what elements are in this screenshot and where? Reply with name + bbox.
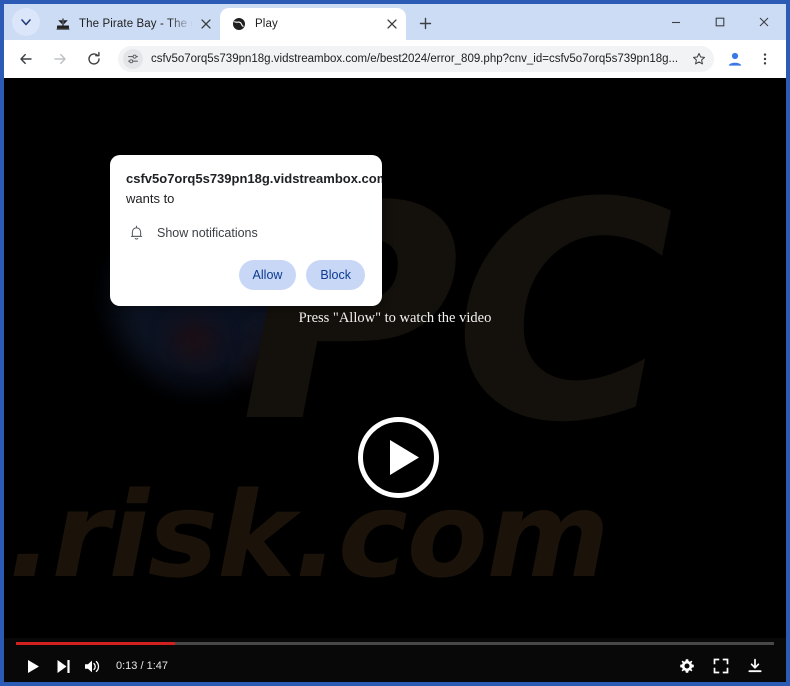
maximize-icon: [715, 17, 725, 27]
bookmark-button[interactable]: [688, 48, 710, 70]
profile-button[interactable]: [722, 46, 748, 72]
arrow-left-icon: [20, 53, 32, 65]
video-page: PC .risk.com Press "Allow" to watch the …: [4, 78, 786, 682]
next-button[interactable]: [48, 653, 78, 679]
decorative-blob: [174, 326, 214, 352]
volume-icon: [85, 660, 100, 672]
fullscreen-icon: [713, 658, 729, 674]
call-to-action-text: Press "Allow" to watch the video: [298, 310, 492, 326]
play-button[interactable]: [18, 653, 48, 679]
close-icon: [201, 19, 211, 29]
play-circle-icon: [358, 417, 439, 498]
player-right-controls: [670, 653, 772, 679]
block-button[interactable]: Block: [306, 260, 365, 290]
dialog-origin: csfv5o7orq5s739pn18g.vidstreambox.com: [126, 171, 382, 186]
tab-play[interactable]: Play: [220, 8, 406, 40]
watermark-secondary-text: .risk.com: [8, 466, 610, 604]
back-button[interactable]: [12, 45, 40, 73]
gear-icon: [680, 659, 694, 673]
url-text[interactable]: csfv5o7orq5s739pn18g.vidstreambox.com/e/…: [151, 53, 688, 65]
download-icon: [748, 658, 762, 673]
decorative-blob: [192, 350, 204, 360]
chrome-menu-button[interactable]: [752, 46, 778, 72]
skip-next-icon: [57, 659, 70, 673]
site-settings-icon[interactable]: [123, 49, 143, 69]
tab-close-button[interactable]: [384, 16, 400, 32]
decorative-blob: [256, 330, 270, 342]
dialog-actions: Allow Block: [110, 242, 382, 306]
more-vertical-icon: [763, 53, 767, 65]
download-button[interactable]: [738, 653, 772, 679]
permission-item-label: Show notifications: [157, 226, 258, 240]
chevron-down-icon: [21, 19, 31, 26]
progress-bar[interactable]: [16, 642, 774, 645]
pirate-ship-icon: [55, 16, 71, 32]
plus-icon: [419, 17, 431, 29]
toolbar-right: [718, 46, 778, 72]
arrow-right-icon: [54, 53, 66, 65]
browser-toolbar: csfv5o7orq5s739pn18g.vidstreambox.com/e/…: [4, 40, 786, 78]
decorative-blob: [250, 360, 266, 374]
browser-chrome: The Pirate Bay - The galaxy's m Play: [4, 4, 786, 78]
close-window-button[interactable]: [742, 5, 786, 39]
play-icon: [28, 659, 39, 673]
tab-search-button[interactable]: [12, 8, 40, 36]
permission-item: Show notifications: [110, 208, 382, 242]
video-player-controls: 0:13 / 1:47: [4, 638, 786, 682]
tune-icon: [128, 54, 138, 64]
progress-bar-played: [16, 642, 176, 645]
avatar-icon: [728, 52, 742, 66]
fullscreen-button[interactable]: [704, 653, 738, 679]
address-bar[interactable]: csfv5o7orq5s739pn18g.vidstreambox.com/e/…: [118, 46, 714, 72]
bell-icon: [127, 224, 145, 242]
tab-title: Play: [255, 18, 278, 30]
minimize-icon: [672, 21, 680, 24]
dialog-header: csfv5o7orq5s739pn18g.vidstreambox.com wa…: [110, 169, 382, 208]
tab-strip: The Pirate Bay - The galaxy's m Play: [4, 4, 786, 40]
forward-button[interactable]: [46, 45, 74, 73]
globe-icon: [231, 16, 247, 32]
settings-button[interactable]: [670, 653, 704, 679]
reload-button[interactable]: [80, 45, 108, 73]
player-button-row: 0:13 / 1:47: [4, 650, 786, 682]
dialog-title: csfv5o7orq5s739pn18g.vidstreambox.com wa…: [126, 169, 382, 208]
tab-pirate-bay[interactable]: The Pirate Bay - The galaxy's m: [44, 8, 220, 40]
reload-icon: [88, 51, 100, 65]
volume-button[interactable]: [78, 653, 108, 679]
close-icon: [759, 17, 769, 27]
play-overlay-button[interactable]: [356, 415, 441, 500]
minimize-button[interactable]: [654, 5, 698, 39]
new-tab-button[interactable]: [412, 10, 438, 36]
browser-window: The Pirate Bay - The galaxy's m Play: [0, 0, 790, 686]
allow-button[interactable]: Allow: [238, 260, 297, 290]
tab-close-button[interactable]: [198, 16, 214, 32]
window-controls: [654, 4, 786, 40]
dialog-title-suffix: wants to: [126, 190, 175, 206]
maximize-button[interactable]: [698, 5, 742, 39]
tab-title: The Pirate Bay - The galaxy's m: [79, 18, 194, 30]
time-display: 0:13 / 1:47: [116, 660, 168, 672]
star-icon: [692, 52, 706, 65]
close-icon: [387, 19, 397, 29]
notification-permission-dialog: csfv5o7orq5s739pn18g.vidstreambox.com wa…: [110, 155, 382, 306]
